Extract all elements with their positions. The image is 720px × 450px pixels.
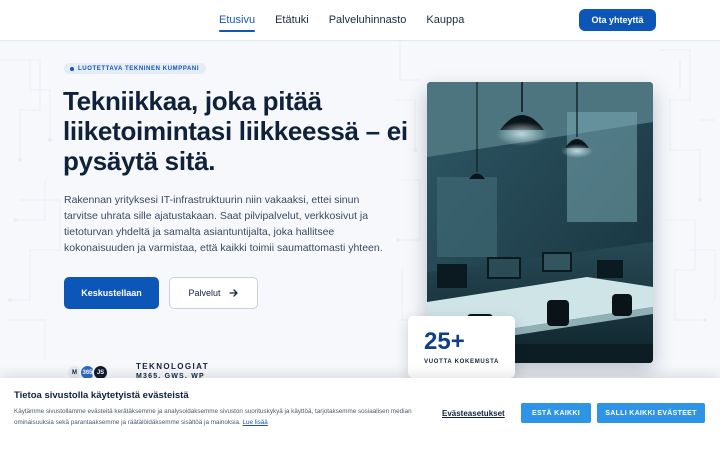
- experience-label: VUOTTA KOKEMUSTA: [424, 359, 500, 365]
- read-more-link[interactable]: Lue lisää: [243, 419, 268, 426]
- nav-link-etusivu[interactable]: Etusivu: [219, 13, 256, 32]
- contact-button[interactable]: Ota yhteyttä: [579, 9, 656, 31]
- services-button[interactable]: Palvelut: [169, 277, 258, 309]
- hero-title: Tekniikkaa, joka pitää liiketoimintasi l…: [63, 86, 408, 176]
- cookie-description-text: Käytämme sivustollamme evästeitä kerätäk…: [14, 408, 412, 426]
- badge-dot-icon: [70, 66, 74, 71]
- discuss-button[interactable]: Keskustellaan: [64, 277, 159, 309]
- technologies-label: TEKNOLOGIAT: [136, 362, 210, 371]
- badge-label: LUOTETTAVA TEKNINEN KUMPPANI: [78, 65, 200, 72]
- nav-link-etatuki[interactable]: Etätuki: [275, 13, 309, 27]
- hero-badge: LUOTETTAVA TEKNINEN KUMPPANI: [64, 63, 207, 74]
- main-nav: Etusivu Etätuki Palveluhinnasto Kauppa: [219, 13, 464, 32]
- site-header: Etusivu Etätuki Palveluhinnasto Kauppa O…: [0, 0, 720, 41]
- allow-all-cookies-button[interactable]: SALLI KAIKKI EVÄSTEET: [597, 403, 705, 423]
- services-button-label: Palvelut: [188, 288, 221, 298]
- cookie-banner: Tietoa sivustolla käytetyistä evästeistä…: [0, 378, 720, 450]
- nav-link-kauppa[interactable]: Kauppa: [426, 13, 464, 27]
- cookie-settings-link[interactable]: Evästeasetukset: [442, 409, 505, 418]
- nav-link-palveluhinnasto[interactable]: Palveluhinnasto: [329, 13, 407, 27]
- cookie-description: Käytämme sivustollamme evästeitä kerätäk…: [14, 406, 414, 428]
- deny-all-cookies-button[interactable]: ESTÄ KAIKKI: [521, 403, 591, 423]
- experience-number: 25+: [424, 328, 465, 355]
- hero-description: Rakennan yrityksesi IT-infrastruktuurin …: [64, 194, 383, 254]
- arrow-right-icon: [228, 289, 238, 297]
- cookie-title: Tietoa sivustolla käytetyistä evästeistä: [14, 390, 189, 401]
- experience-stat-card: 25+ VUOTTA KOKEMUSTA: [408, 316, 515, 378]
